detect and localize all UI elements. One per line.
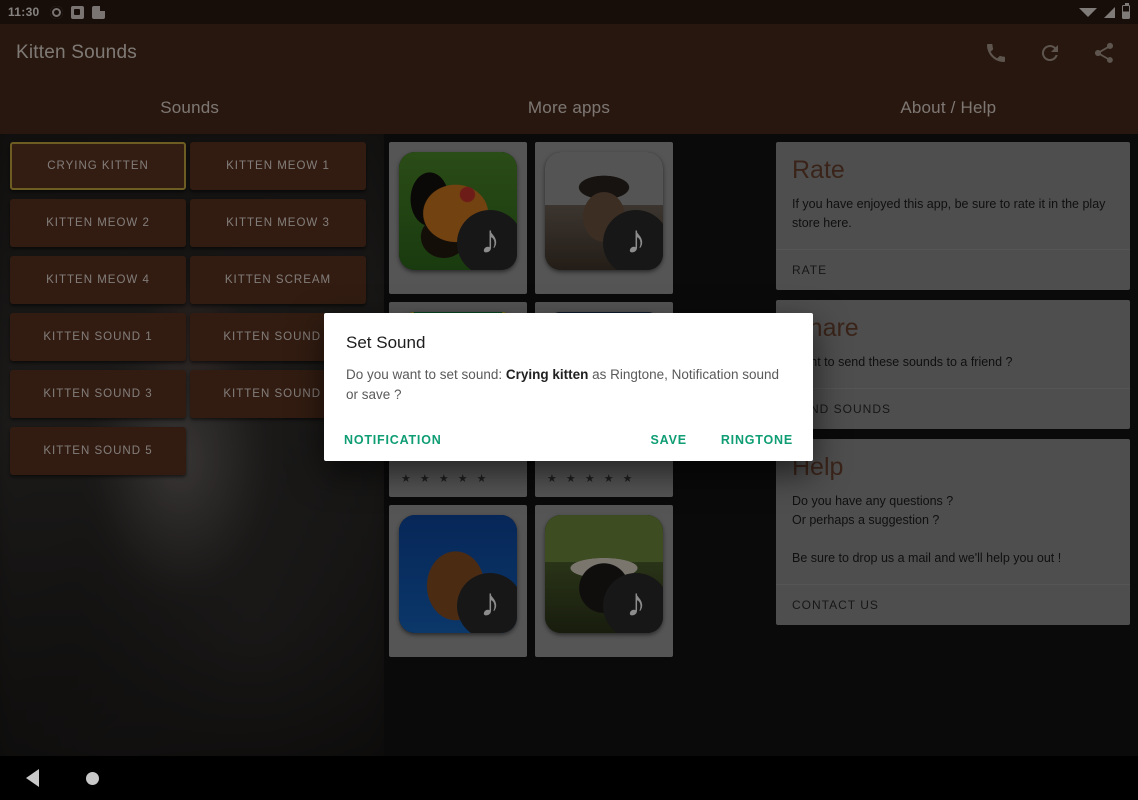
dialog-message-sound-name: Crying kitten — [505, 367, 589, 382]
save-button[interactable]: SAVE — [651, 433, 687, 447]
ringtone-button[interactable]: RINGTONE — [721, 433, 793, 447]
notification-button[interactable]: NOTIFICATION — [344, 433, 442, 447]
home-icon[interactable] — [86, 771, 99, 785]
dialog-message-before: Do you want to set sound: — [346, 367, 506, 382]
dialog-actions: NOTIFICATION SAVE RINGTONE — [324, 433, 813, 447]
back-icon[interactable] — [26, 769, 39, 787]
set-sound-dialog: Set Sound Do you want to set sound: Cryi… — [324, 313, 813, 461]
dialog-title: Set Sound — [346, 333, 426, 352]
app-root: 11:30 Kitten Sounds Sounds More apps Abo… — [0, 0, 1138, 800]
dialog-message: Do you want to set sound: Crying kitten … — [324, 353, 813, 405]
android-nav-bar — [0, 756, 1138, 800]
